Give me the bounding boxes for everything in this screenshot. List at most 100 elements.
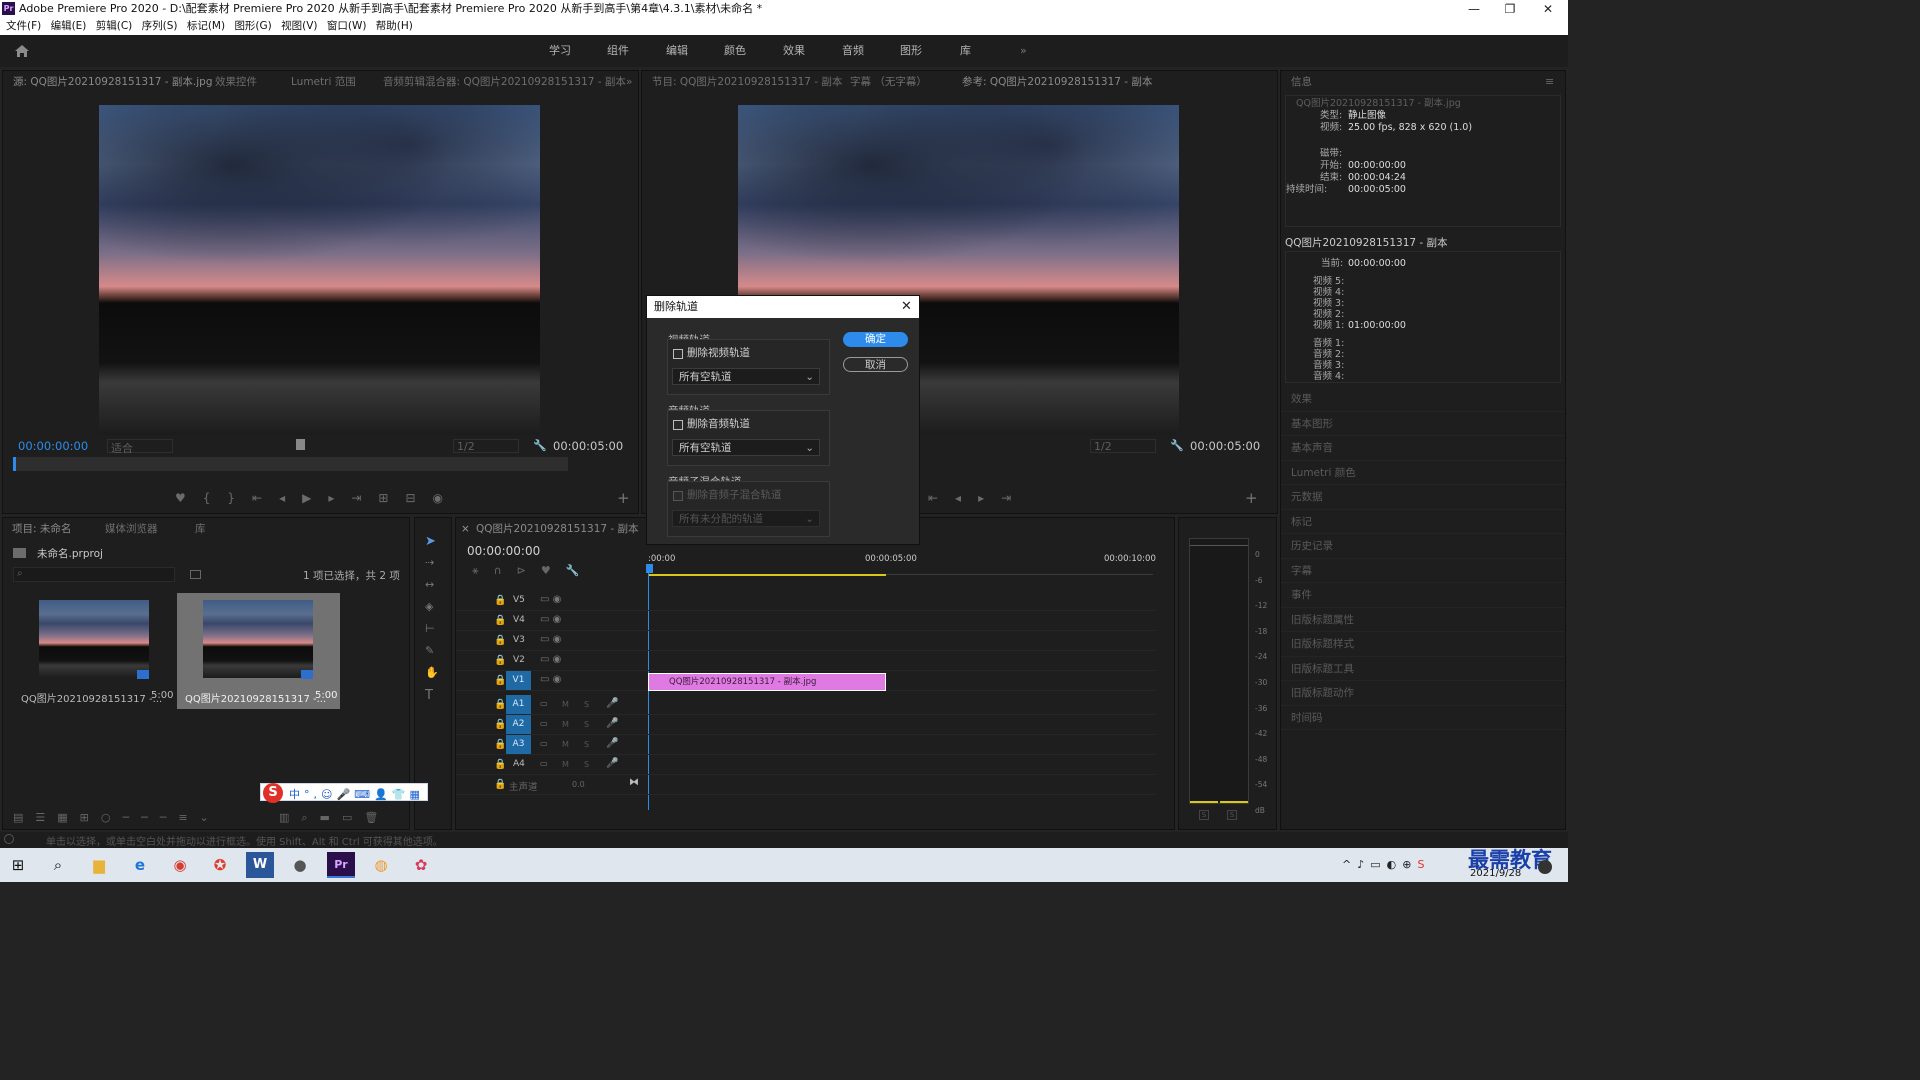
panel-essential-sound[interactable]: 基本声音 <box>1281 436 1565 461</box>
tab-audio-clip-mixer[interactable]: 音频剪辑混合器: QQ图片20210928151317 - 副本 <box>383 71 626 93</box>
ime-toolbox-icon[interactable]: ▦ <box>409 788 423 801</box>
slip-tool-icon[interactable]: ⊢ <box>425 622 435 635</box>
mute-button[interactable]: M <box>562 740 569 749</box>
razor-tool-icon[interactable]: ◈ <box>425 600 433 613</box>
track-row[interactable]: 🔒 A4 ▭ M S 🎤 <box>456 755 1156 775</box>
work-area-bar[interactable] <box>648 574 886 576</box>
pen-tool-icon[interactable]: ✎ <box>425 644 434 657</box>
track-label-v2[interactable]: V2 <box>513 655 525 665</box>
type-tool-icon[interactable]: T <box>425 688 433 703</box>
hand-tool-icon[interactable]: ✋ <box>425 666 439 679</box>
dialog-close-icon[interactable]: ✕ <box>901 299 912 314</box>
project-item-selected[interactable]: QQ图片20210928151317 -... 5:00 <box>177 593 340 709</box>
meter-solo-right[interactable]: S <box>1227 810 1237 820</box>
sogou-logo-icon[interactable]: S <box>263 783 283 803</box>
file-explorer-icon[interactable]: ▆ <box>85 852 113 878</box>
project-search-input[interactable]: ⌕ <box>13 567 175 582</box>
panel-legacy-title-tools[interactable]: 旧版标题工具 <box>1281 657 1565 681</box>
panel-legacy-title-styles[interactable]: 旧版标题样式 <box>1281 632 1565 657</box>
ime-tool-icons[interactable]: 中°,☺🎤⌨👤👕▦ <box>289 786 424 802</box>
program-transport-controls[interactable]: ⇤◂▸⇥ <box>928 491 1028 505</box>
panel-timecode[interactable]: 时间码 <box>1281 706 1565 730</box>
panel-markers[interactable]: 标记 <box>1281 510 1565 534</box>
ime-skin-icon[interactable]: 👕 <box>392 788 410 801</box>
delete-video-tracks-checkbox[interactable] <box>673 349 683 359</box>
tab-captions[interactable]: 字幕 （无字幕） <box>850 71 927 93</box>
track-label-v3[interactable]: V3 <box>513 635 525 645</box>
track-label-a2[interactable]: A2 <box>506 715 531 734</box>
cancel-button[interactable]: 取消 <box>843 357 908 372</box>
solo-button[interactable]: S <box>584 700 589 709</box>
project-footer-actions[interactable]: ▥⌕▬▭🗑 <box>279 811 390 825</box>
menu-clip[interactable]: 剪辑(C) <box>96 18 133 35</box>
ok-button[interactable]: 确定 <box>843 332 908 347</box>
app-orange-icon[interactable]: ◍ <box>367 852 395 878</box>
mute-button[interactable]: M <box>562 760 569 769</box>
mute-button[interactable]: M <box>562 700 569 709</box>
program-add-button-icon[interactable]: + <box>1245 489 1258 507</box>
menu-help[interactable]: 帮助(H) <box>376 18 413 35</box>
track-label-v5[interactable]: V5 <box>513 595 525 605</box>
menu-marker[interactable]: 标记(M) <box>187 18 225 35</box>
video-tracks-select[interactable]: 所有空轨道 ⌄ <box>672 368 820 385</box>
system-tray-icons[interactable]: ^♪▭◐⊕S <box>1342 858 1430 871</box>
close-button[interactable]: ✕ <box>1530 0 1566 18</box>
menu-window[interactable]: 窗口(W) <box>327 18 367 35</box>
ime-user-icon[interactable]: 👤 <box>374 788 392 801</box>
source-playhead-timecode[interactable]: 00:00:00:00 <box>18 439 88 453</box>
workspace-editing[interactable]: 编辑 <box>666 35 688 67</box>
app-avatar-icon[interactable]: ● <box>286 852 314 878</box>
delete-video-tracks-label[interactable]: 删除视频轨道 <box>687 345 750 360</box>
ripple-edit-tool-icon[interactable]: ↔ <box>425 578 434 591</box>
ime-voice-icon[interactable]: 🎤 <box>336 788 354 801</box>
home-icon[interactable] <box>14 44 30 58</box>
track-row[interactable]: 🔒 A1 ▭ M S 🎤 <box>456 695 1156 715</box>
panel-more-icon[interactable]: » <box>626 71 632 93</box>
ime-keyboard-icon[interactable]: ⌨ <box>354 788 374 801</box>
panel-effects[interactable]: 效果 <box>1281 387 1565 412</box>
workspaces-more-icon[interactable]: » <box>1020 35 1027 67</box>
insert-icon[interactable] <box>296 439 305 450</box>
menu-edit[interactable]: 编辑(E) <box>51 18 87 35</box>
source-transport-controls[interactable]: ♥{}⇤◂▶▸⇥⊞⊟◉ <box>175 491 460 505</box>
app-icon[interactable]: ✪ <box>206 852 234 878</box>
tab-info[interactable]: 信息 <box>1291 71 1312 93</box>
ime-emoji-icon[interactable]: ☺ <box>321 788 336 801</box>
solo-button[interactable]: S <box>584 740 589 749</box>
restore-button[interactable]: ❐ <box>1492 0 1528 18</box>
program-resolution-dropdown[interactable]: 1/2 <box>1090 439 1156 453</box>
resolution-dropdown[interactable]: 1/2 <box>453 439 519 453</box>
track-row[interactable]: 🔒 V4 ▭ ◉ <box>456 611 1156 631</box>
workspace-graphics[interactable]: 图形 <box>900 35 922 67</box>
fit-dropdown[interactable]: 适合 <box>107 439 173 455</box>
edge-browser-icon[interactable]: e <box>126 852 154 878</box>
workspace-learn[interactable]: 学习 <box>549 35 571 67</box>
source-video-frame[interactable] <box>99 105 540 435</box>
panel-events[interactable]: 事件 <box>1281 583 1565 608</box>
workspace-effects[interactable]: 效果 <box>783 35 805 67</box>
wrench-icon[interactable]: 🔧 <box>533 439 547 452</box>
tab-libraries[interactable]: 库 <box>195 518 206 540</box>
notification-icon[interactable] <box>1538 860 1552 874</box>
track-row[interactable]: 🔒 V3 ▭ ◉ <box>456 631 1156 651</box>
track-label-a1[interactable]: A1 <box>506 695 531 714</box>
new-bin-icon[interactable] <box>190 570 201 579</box>
solo-button[interactable]: S <box>584 760 589 769</box>
mute-button[interactable]: M <box>562 720 569 729</box>
delete-submix-tracks-checkbox[interactable] <box>673 491 683 501</box>
selection-tool-icon[interactable]: ➤ <box>425 534 436 549</box>
track-label-a3[interactable]: A3 <box>506 735 531 754</box>
menu-view[interactable]: 视图(V) <box>281 18 317 35</box>
tab-lumetri-scopes[interactable]: Lumetri 范围 <box>291 71 356 93</box>
panel-menu-icon[interactable]: ≡ <box>1545 75 1554 88</box>
panel-lumetri-color[interactable]: Lumetri 颜色 <box>1281 461 1565 485</box>
menu-sequence[interactable]: 序列(S) <box>142 18 178 35</box>
word-icon[interactable]: W <box>246 852 274 878</box>
delete-audio-tracks-label[interactable]: 删除音频轨道 <box>687 416 750 431</box>
master-end-icon[interactable]: ⧓ <box>629 777 639 788</box>
tab-reference[interactable]: 参考: QQ图片20210928151317 - 副本 <box>962 71 1152 93</box>
workspace-assembly[interactable]: 组件 <box>607 35 629 67</box>
tab-source[interactable]: 源: QQ图片20210928151317 - 副本.jpg <box>13 71 212 93</box>
track-label-a4[interactable]: A4 <box>513 759 525 769</box>
panel-legacy-title-actions[interactable]: 旧版标题动作 <box>1281 681 1565 706</box>
